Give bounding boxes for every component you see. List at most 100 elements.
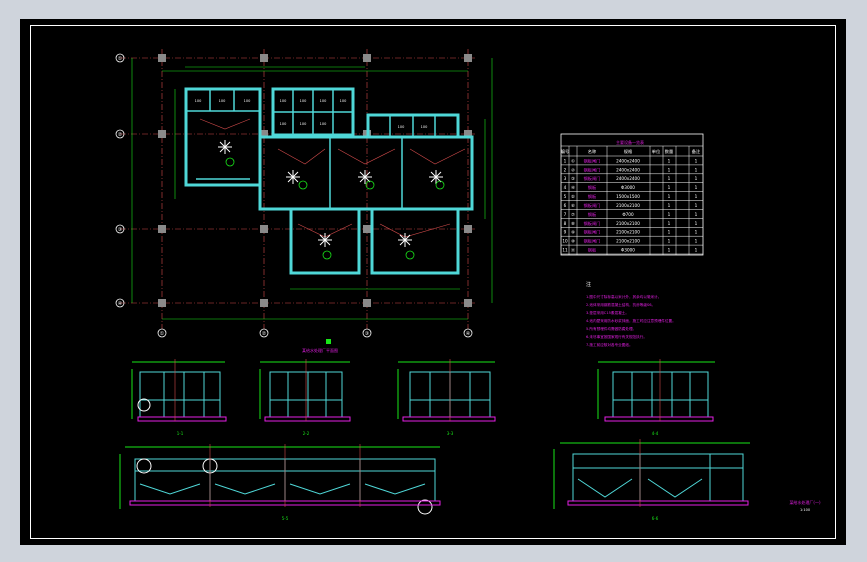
table-header-cell: 名称 <box>588 148 596 155</box>
table-cell: 钢板闸门 <box>584 202 601 209</box>
section-label-1-1: 1-1 <box>177 431 184 436</box>
axis-label-left-4: ④ <box>118 301 123 307</box>
table-cell: 1 <box>695 212 698 217</box>
table-cell: Φ3000 <box>621 248 635 253</box>
table-cell: 1 <box>695 221 698 226</box>
table-cell: Φ700 <box>622 212 634 217</box>
table-cell: 钢板 <box>588 193 597 200</box>
axis-label-left-3: ③ <box>118 227 122 233</box>
table-header-cell: 数量 <box>665 148 673 155</box>
table-cell: 1 <box>695 239 698 244</box>
axis-label-left-1: ① <box>118 56 123 62</box>
plan-view: ① ② ③ ④ ① ② ③ ④ 100 100 100 100 100 100 … <box>115 49 493 353</box>
table-cell: 钢板 <box>588 184 597 191</box>
table-cell: 4 <box>564 185 567 190</box>
note-item: 7.施工前应核对各专业图纸。 <box>586 342 633 347</box>
table-cell: 1 <box>668 203 671 208</box>
table-cell: 3 <box>564 176 567 181</box>
table-cell: 2100x2100 <box>616 230 640 235</box>
title-block-scale: 1:100 <box>800 508 810 512</box>
cell-label: 100 <box>300 122 307 126</box>
cell-label: 100 <box>398 125 405 129</box>
axis-label-left-2: ② <box>118 132 123 138</box>
table-cell: ⑥ <box>571 203 575 208</box>
table-cell: 1 <box>695 194 698 199</box>
table-cell: ⑪ <box>571 247 576 254</box>
table-header-cell: 备注 <box>692 148 701 155</box>
table-cell: 1 <box>695 176 698 181</box>
notes: 注 1.图中尺寸除标高以米计外，其余均以毫米计。 2.池体采用钢筋混凝土结构，抗… <box>586 281 676 347</box>
table-cell: 钢板闸门 <box>584 238 601 245</box>
table-cell: 1 <box>668 185 671 190</box>
table-cell: ③ <box>571 176 575 181</box>
note-item: 6.未尽事宜按国家现行有关规范执行。 <box>586 334 647 339</box>
note-item: 4.池内壁采用防水砂浆抹面，施工时应注意预埋件位置。 <box>586 318 676 323</box>
section-5-5 <box>119 446 441 515</box>
table-cell: 2100x2100 <box>616 221 640 226</box>
table-header-cell: 编号 <box>561 148 569 155</box>
table-cell: 9 <box>564 230 567 235</box>
section-2-2 <box>259 361 351 422</box>
section-label-4-4: 4-4 <box>652 431 659 436</box>
table-cell: 2100x2100 <box>616 203 640 208</box>
notes-title: 注 <box>586 281 591 288</box>
note-item: 2.池体采用钢筋混凝土结构，抗渗等级S6。 <box>586 302 655 307</box>
cell-label: 100 <box>320 99 327 103</box>
section-4-4 <box>597 361 715 422</box>
section-label-3-3: 3-3 <box>447 431 454 436</box>
table-cell: ④ <box>571 185 575 190</box>
table-cell: Φ3000 <box>621 185 635 190</box>
table-cell: 1 <box>564 158 567 163</box>
table-cell: 钢板闸门 <box>584 175 601 182</box>
table-cell: 6 <box>564 203 567 208</box>
section-label-5-5: 5-5 <box>282 516 289 521</box>
table-cell: 10 <box>562 239 568 244</box>
table-cell: 11 <box>562 248 568 253</box>
cell-label: 100 <box>219 99 226 103</box>
table-cell: 1 <box>668 248 671 253</box>
table-cell: ⑦ <box>571 212 575 217</box>
cell-label: 100 <box>300 99 307 103</box>
section-label-6-6: 6-6 <box>652 516 659 521</box>
table-cell: 1 <box>668 158 671 163</box>
table-cell: 2100x2100 <box>616 239 640 244</box>
cell-label: 100 <box>244 99 251 103</box>
cell-label: 100 <box>421 125 428 129</box>
cell-label: 100 <box>320 122 327 126</box>
section-views <box>119 359 750 515</box>
table-cell: 1 <box>695 167 698 172</box>
axis-label-bottom-1: ① <box>160 331 165 337</box>
section-3-3 <box>397 361 496 422</box>
table-cell: 钢板闸门 <box>584 229 601 236</box>
table-cell: 1 <box>695 203 698 208</box>
table-cell: 1 <box>668 221 671 226</box>
table-cell: 1 <box>668 176 671 181</box>
axis-label-bottom-3: ③ <box>365 331 369 337</box>
section-6-6 <box>553 442 750 509</box>
note-item: 1.图中尺寸除标高以米计外，其余均以毫米计。 <box>586 294 661 299</box>
cad-viewport: ① ② ③ ④ ① ② ③ ④ 100 100 100 100 100 100 … <box>20 19 846 545</box>
table-cell: 7 <box>564 212 567 217</box>
table-cell: 1 <box>668 239 671 244</box>
table-cell: 1 <box>695 158 698 163</box>
title-block-text: 某给水处理厂(一) <box>789 499 821 505</box>
note-item: 3.垫层采用C15素混凝土。 <box>586 310 629 315</box>
table-cell: 钢板闸门 <box>584 220 601 227</box>
table-cell: 钢板 <box>588 211 597 218</box>
table-cell: 2400x2400 <box>616 158 640 163</box>
cad-drawing: ① ② ③ ④ ① ② ③ ④ 100 100 100 100 100 100 … <box>115 49 821 521</box>
table-cell: 1 <box>668 167 671 172</box>
table-title: 主要设备一览表 <box>616 139 644 145</box>
table-cell: 2400x2400 <box>616 176 640 181</box>
table-header-cell: 规格 <box>624 148 633 155</box>
table-cell: ⑧ <box>571 221 575 226</box>
axis-label-bottom-2: ② <box>262 331 267 337</box>
equipment-table: 主要设备一览表 编号 名称 规格 单位 数量 备注 1 ① 钢板闸门 2400x240… <box>560 133 704 256</box>
table-cell: 1 <box>668 230 671 235</box>
table-cell: ⑨ <box>571 230 575 235</box>
title-block: 某给水处理厂(一) 1:100 <box>789 499 821 512</box>
cell-label: 100 <box>280 122 287 126</box>
table-cell: 钢板闸门 <box>584 166 601 173</box>
table-header-cell: 单位 <box>652 148 660 155</box>
table-cell: 8 <box>564 221 567 226</box>
